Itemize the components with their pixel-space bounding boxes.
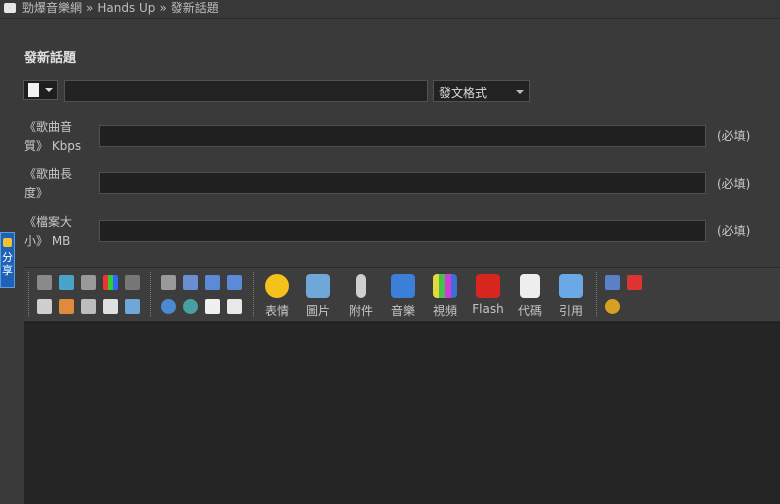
top-bar: 勁爆音樂網» Hands Up» 發新話題 <box>0 0 780 19</box>
insert-video-label: 視頻 <box>432 304 457 318</box>
toolbar-divider <box>150 272 151 317</box>
chevron-down-icon <box>45 88 53 92</box>
insert-flash-label: Flash <box>472 302 504 316</box>
share-icon <box>3 238 12 247</box>
field-label-filesize: 《檔案大 小》 MB <box>24 213 90 251</box>
code-icon <box>520 274 540 298</box>
insert-video-button[interactable]: 視頻 <box>427 272 463 319</box>
insert-music-button[interactable]: 音樂 <box>385 272 421 319</box>
toolbar-divider <box>596 272 597 317</box>
breadcrumb-current: 發新話題 <box>170 1 219 15</box>
insert-smiley-label: 表情 <box>264 304 289 318</box>
video-icon <box>433 274 457 298</box>
home-icon[interactable] <box>4 3 16 13</box>
insert-attachment-label: 附件 <box>348 304 373 318</box>
breadcrumb: 勁爆音樂網» Hands Up» 發新話題 <box>4 0 219 16</box>
insert-smiley-button[interactable]: 表情 <box>259 272 295 319</box>
share-label: 分 <box>2 251 13 264</box>
toolbar-divider <box>253 272 254 317</box>
insert-quote-button[interactable]: 引用 <box>553 272 589 319</box>
insert-image-button[interactable]: 圖片 <box>300 272 336 319</box>
insert-music-label: 音樂 <box>390 304 415 318</box>
color-palette-icon[interactable] <box>103 275 118 290</box>
required-note: (必填) <box>717 224 751 238</box>
message-editor[interactable] <box>24 322 780 504</box>
zoom-out-icon[interactable] <box>183 299 198 314</box>
list-icon[interactable] <box>81 299 96 314</box>
preview-icon[interactable] <box>227 299 242 314</box>
new-page-icon[interactable] <box>205 299 220 314</box>
xiami-music-icon[interactable] <box>605 275 620 290</box>
label-line: 《檔案大 <box>24 215 73 229</box>
label-line: 度》 <box>24 186 49 200</box>
table-icon[interactable] <box>59 299 74 314</box>
toolbar-divider <box>28 272 29 317</box>
share-label: 享 <box>2 264 13 277</box>
subject-input[interactable] <box>64 80 428 102</box>
smiley-icon <box>265 274 289 298</box>
zoom-in-icon[interactable] <box>161 299 176 314</box>
duration-input[interactable] <box>99 172 706 194</box>
redo-icon[interactable] <box>227 275 242 290</box>
undo-icon[interactable] <box>205 275 220 290</box>
breadcrumb-forum-link[interactable]: Hands Up <box>97 1 155 15</box>
field-label-bitrate: 《歌曲音 質》 Kbps <box>24 118 90 156</box>
youtube-icon[interactable] <box>627 275 642 290</box>
label-line: 小》 MB <box>24 234 71 248</box>
flash-icon <box>476 274 500 298</box>
chevron-down-icon <box>516 90 524 94</box>
label-line: 《歌曲音 <box>24 120 73 134</box>
align-left-icon[interactable] <box>37 299 52 314</box>
bitrate-input[interactable] <box>99 125 706 147</box>
music-note-icon <box>391 274 415 298</box>
insert-image-label: 圖片 <box>305 304 330 318</box>
editor-toolbar: 表情 圖片 附件 音樂 視頻 Flash 代碼 引用 <box>24 267 780 322</box>
label-line: 質》 Kbps <box>24 139 82 153</box>
share-tab[interactable]: 分 享 <box>0 232 15 288</box>
code-view-icon[interactable] <box>161 275 176 290</box>
post-format-select[interactable]: 發文格式 <box>433 80 530 102</box>
image-icon <box>306 274 330 298</box>
required-note: (必填) <box>717 177 751 191</box>
insert-quote-label: 引用 <box>558 304 583 318</box>
field-label-duration: 《歌曲長 度》 <box>24 165 90 203</box>
label-line: 《歌曲長 <box>24 167 73 181</box>
breadcrumb-separator: » <box>159 1 167 15</box>
document-icon <box>28 83 39 97</box>
page-title: 發新話題 <box>24 51 77 66</box>
font-icon[interactable] <box>37 275 52 290</box>
insert-flash-button[interactable]: Flash <box>470 272 506 316</box>
insert-code-label: 代碼 <box>517 304 542 318</box>
post-icon-select[interactable] <box>23 80 58 100</box>
quote-icon <box>559 274 583 298</box>
breadcrumb-separator: » <box>86 1 94 15</box>
link-icon[interactable] <box>125 275 140 290</box>
insert-code-button[interactable]: 代碼 <box>512 272 548 319</box>
text-color-icon[interactable] <box>81 275 96 290</box>
required-note: (必填) <box>717 129 751 143</box>
paperclip-icon <box>356 274 366 298</box>
font-size-icon[interactable] <box>59 275 74 290</box>
qq-icon[interactable] <box>605 299 620 314</box>
breadcrumb-site-link[interactable]: 勁爆音樂網 <box>22 1 82 15</box>
post-format-selected: 發文格式 <box>439 86 488 100</box>
hide-content-icon[interactable] <box>103 299 118 314</box>
free-content-icon[interactable] <box>125 299 140 314</box>
remove-format-icon[interactable] <box>183 275 198 290</box>
filesize-input[interactable] <box>99 220 706 242</box>
insert-attachment-button[interactable]: 附件 <box>343 272 379 319</box>
